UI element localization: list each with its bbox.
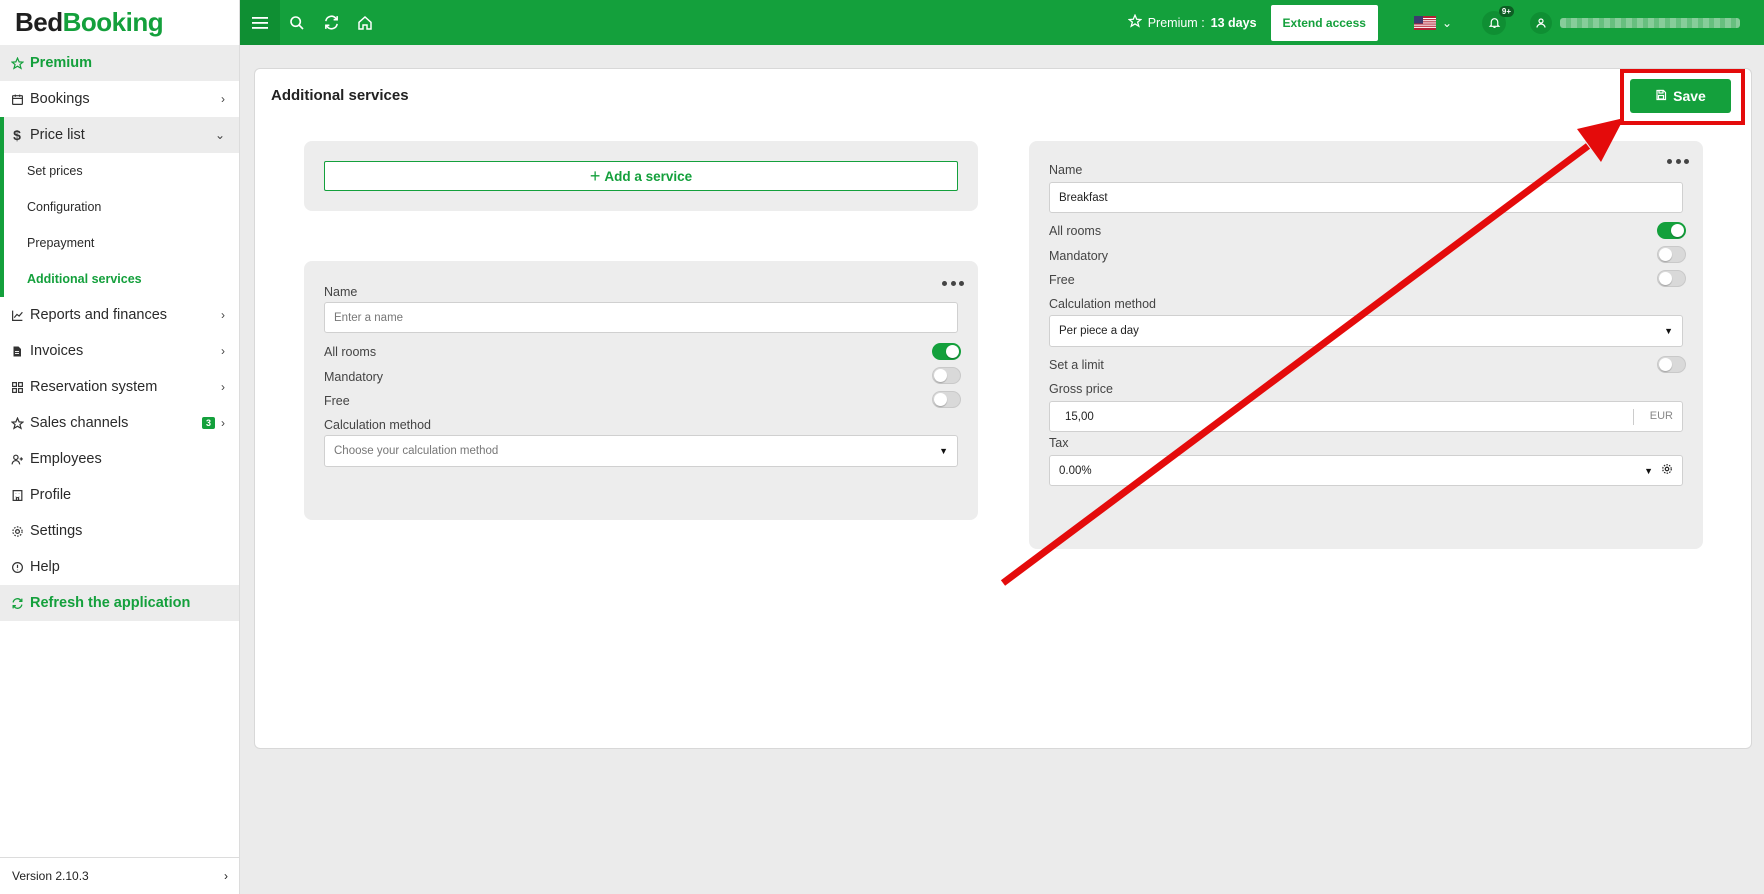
name-label: Name [324,285,358,299]
free-toggle[interactable] [932,391,961,408]
all-rooms-label: All rooms [1049,224,1102,238]
free-toggle[interactable] [1657,270,1686,287]
floppy-disk-icon [1655,88,1667,104]
sidebar-item-settings[interactable]: Settings [0,513,239,549]
mandatory-label: Mandatory [1049,249,1109,263]
star-icon [1127,13,1143,31]
breakfast-service-card: Name Breakfast All rooms Mandatory Free … [1029,141,1703,549]
sync-icon[interactable] [314,0,348,45]
menu-icon[interactable] [240,0,280,45]
us-flag-icon[interactable] [1413,15,1436,30]
price-list-group: $ Price list ⌄ Set prices Configuration … [0,117,239,297]
free-label: Free [324,394,350,408]
currency-divider [1633,409,1634,425]
home-icon[interactable] [348,0,382,45]
mandatory-label: Mandatory [324,370,384,384]
user-name-redacted[interactable] [1560,17,1740,28]
sidebar-item-sales-channels[interactable]: Sales channels 3 › [0,405,239,441]
gear-icon[interactable] [1661,463,1673,478]
sidebar-item-reservation-system[interactable]: Reservation system › [0,369,239,405]
chevron-right-icon: › [221,380,225,394]
currency-label: EUR [1649,410,1673,422]
name-label: Name [1049,163,1083,177]
sidebar-item-invoices[interactable]: Invoices › [0,333,239,369]
refresh-icon [10,596,24,610]
top-bar: Premium : 13 days Extend access ⌄ 9+ [240,0,1764,45]
sidebar-subitem-prepayment[interactable]: Prepayment [4,225,239,261]
add-service-card: + Add a service [304,141,978,211]
plus-icon: + [589,166,601,186]
set-limit-label: Set a limit [1049,358,1104,372]
gear-icon [10,524,24,538]
calendar-icon [10,92,24,106]
mandatory-toggle[interactable] [932,367,961,384]
version-footer[interactable]: Version 2.10.3 › [0,857,240,894]
mandatory-toggle[interactable] [1657,246,1686,263]
building-icon [10,488,24,502]
more-options-icon[interactable] [1667,159,1689,165]
sidebar-item-bookings[interactable]: Bookings › [0,81,239,117]
chevron-right-icon: › [221,344,225,358]
service-name-input[interactable]: Breakfast [1049,182,1683,213]
sidebar-item-profile[interactable]: Profile [0,477,239,513]
chart-icon [10,308,24,322]
document-icon [10,344,24,358]
sidebar-item-employees[interactable]: Employees [0,441,239,477]
sidebar-subitem-additional-services[interactable]: Additional services [4,261,239,297]
sidebar: Bed Booking Premium Bookings › $ Price li… [0,0,240,894]
more-options-icon[interactable] [942,281,964,287]
caret-down-icon: ▼ [1664,326,1673,336]
language-chevron-icon[interactable]: ⌄ [1442,16,1452,30]
caret-down-icon: ▼ [1644,465,1653,476]
gross-price-input[interactable]: 15,00 EUR [1049,401,1683,432]
calculation-method-select[interactable]: Choose your calculation method ▼ [324,435,958,467]
star-icon [10,56,24,70]
all-rooms-toggle[interactable] [932,343,961,360]
logo[interactable]: Bed Booking [0,0,239,45]
add-service-button[interactable]: + Add a service [324,161,958,191]
sidebar-item-help[interactable]: Help [0,549,239,585]
chevron-right-icon: › [221,416,225,430]
extend-access-button[interactable]: Extend access [1270,4,1378,41]
info-icon [10,560,24,574]
chevron-down-icon: ⌄ [214,128,225,142]
grid-icon [10,380,24,394]
star-icon [10,416,24,430]
all-rooms-toggle[interactable] [1657,222,1686,239]
calculation-method-label: Calculation method [324,418,432,432]
sidebar-subitem-configuration[interactable]: Configuration [4,189,239,225]
save-highlight-box: Save [1620,69,1745,125]
save-button[interactable]: Save [1630,79,1731,113]
user-plus-icon [10,452,24,466]
calculation-method-label: Calculation method [1049,297,1157,311]
sales-channels-badge: 3 [201,417,215,429]
set-limit-toggle[interactable] [1657,356,1686,373]
sidebar-subitem-set-prices[interactable]: Set prices [4,153,239,189]
premium-status[interactable]: Premium : 13 days [1127,13,1257,31]
chevron-right-icon: › [221,308,225,322]
notification-count-badge: 9+ [1498,5,1514,17]
chevron-right-icon: › [221,92,225,106]
tax-select[interactable]: 0.00% ▼ [1049,455,1683,486]
notifications-bell-icon[interactable]: 9+ [1482,5,1514,35]
sidebar-item-premium[interactable]: Premium [0,45,239,81]
all-rooms-label: All rooms [324,345,377,359]
chevron-right-icon: › [224,869,228,883]
user-avatar-icon[interactable] [1530,11,1552,34]
search-icon[interactable] [280,0,314,45]
dollar-icon: $ [13,127,21,143]
tax-label: Tax [1049,436,1069,450]
sidebar-item-price-list[interactable]: $ Price list ⌄ [4,117,239,153]
sidebar-item-refresh[interactable]: Refresh the application [0,585,239,621]
calculation-method-select[interactable]: Per piece a day ▼ [1049,315,1683,347]
gross-price-label: Gross price [1049,382,1113,396]
caret-down-icon: ▼ [939,446,948,456]
sidebar-item-reports[interactable]: Reports and finances › [0,297,239,333]
service-name-input[interactable]: Enter a name [324,302,958,333]
page-title: Additional services [271,87,409,104]
main-panel: Additional services Save + Add a service… [254,68,1752,749]
free-label: Free [1049,273,1075,287]
new-service-card: Name Enter a name All rooms Mandatory Fr… [304,261,978,520]
